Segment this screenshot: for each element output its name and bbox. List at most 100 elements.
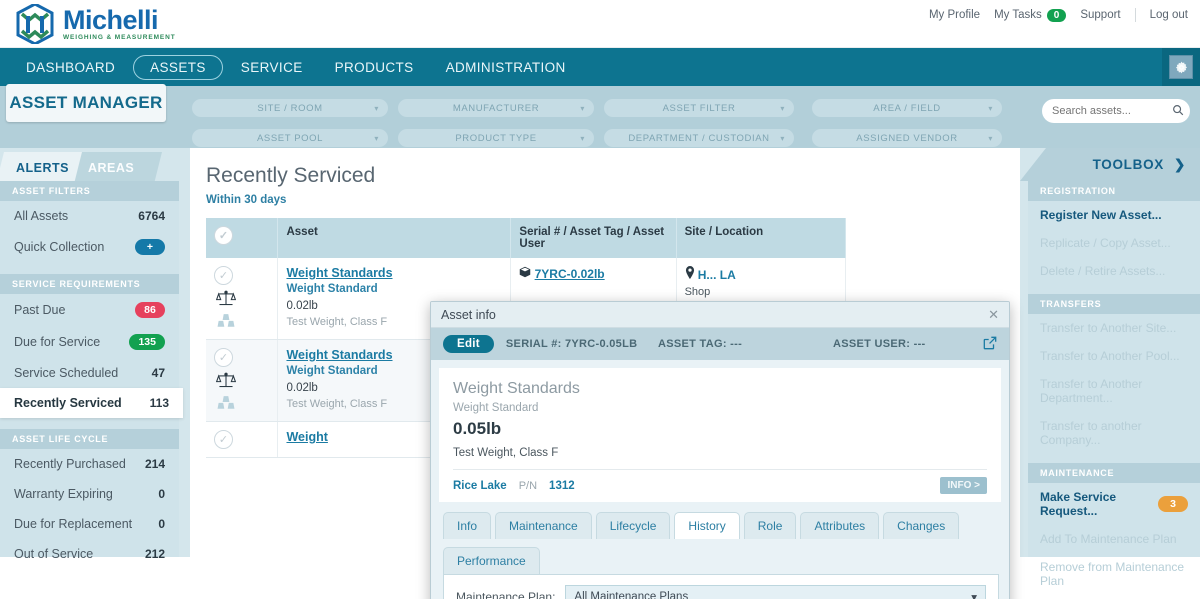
filter-assigned-vendor-label: ASSIGNED VENDOR	[856, 132, 958, 144]
info-button[interactable]: INFO >	[940, 477, 987, 494]
search-input[interactable]	[1052, 105, 1172, 117]
tab-maintenance[interactable]: Maintenance	[495, 512, 592, 539]
service-request-badge: 3	[1158, 496, 1188, 512]
add-to-collection-button[interactable]: +	[135, 239, 165, 255]
settings-button[interactable]	[1162, 48, 1200, 86]
nav-item-administration[interactable]: ADMINISTRATION	[432, 55, 580, 80]
tab-alerts[interactable]: ALERTS	[0, 152, 82, 184]
asset-name-link[interactable]: Weight Standards	[286, 266, 502, 282]
tab-attributes[interactable]: Attributes	[800, 512, 880, 539]
toolbox-item-label: Add To Maintenance Plan	[1040, 532, 1177, 546]
sidebar-item-due-for-replacement[interactable]: Due for Replacement 0	[0, 509, 179, 539]
tab-lifecycle[interactable]: Lifecycle	[595, 512, 671, 539]
modal-title: Asset info	[441, 307, 496, 322]
nav-divider	[1134, 8, 1136, 22]
sidebar-item-due-for-service[interactable]: Due for Service 135	[0, 326, 179, 358]
close-icon[interactable]: ✕	[988, 307, 999, 323]
filter-department-custodian[interactable]: DEPARTMENT / CUSTODIAN ▾	[604, 129, 794, 147]
left-tabs: AREAS ALERTS	[0, 148, 190, 184]
site-name[interactable]: H... LA	[698, 268, 736, 282]
column-site[interactable]: Site / Location	[676, 218, 847, 258]
row-select-cell[interactable]: ✓	[206, 339, 279, 422]
edit-button[interactable]: Edit	[443, 335, 494, 353]
filter-product-type[interactable]: PRODUCT TYPE ▾	[398, 129, 594, 147]
toolbox-item-transfer-another-department: Transfer to Another Department...	[1028, 370, 1200, 412]
check-circle-icon[interactable]: ✓	[214, 348, 233, 367]
check-circle-icon[interactable]: ✓	[214, 226, 233, 245]
filter-asset-pool[interactable]: ASSET POOL ▾	[192, 129, 388, 147]
toolbox-section-title: REGISTRATION	[1028, 181, 1200, 201]
asset-summary: Weight Standards Weight Standard 0.05lb …	[439, 368, 1001, 502]
sidebar-item-all-assets[interactable]: All Assets 6764	[0, 201, 179, 231]
balance-scale-icon	[215, 371, 237, 392]
external-link-icon[interactable]	[983, 336, 997, 353]
filter-manufacturer[interactable]: MANUFACTURER ▾	[398, 99, 594, 117]
asset-info-modal: Asset info ✕ Edit SERIAL #: 7YRC-0.05LB …	[430, 301, 1010, 599]
toolbox-item-label: Transfer to Another Department...	[1040, 377, 1143, 405]
sidebar-item-value: 6764	[138, 209, 165, 223]
nav-item-dashboard[interactable]: DASHBOARD	[12, 55, 129, 80]
sidebar: ASSET FILTERS All Assets 6764 Quick Coll…	[0, 181, 183, 561]
main-nav: DASHBOARD ASSETS SERVICE PRODUCTS ADMINI…	[0, 48, 1200, 86]
nav-item-service[interactable]: SERVICE	[227, 55, 317, 80]
sidebar-item-recently-serviced[interactable]: Recently Serviced 113	[0, 388, 183, 418]
check-circle-icon[interactable]: ✓	[214, 266, 233, 285]
filter-site-room[interactable]: SITE / ROOM ▾	[192, 99, 388, 117]
toolbox-header[interactable]: TOOLBOX ❯	[1020, 148, 1200, 181]
tab-areas[interactable]: AREAS	[68, 152, 162, 184]
sidebar-item-value: 212	[144, 547, 165, 561]
tab-performance[interactable]: Performance	[443, 547, 540, 574]
nav-item-products[interactable]: PRODUCTS	[321, 55, 428, 80]
serial-link[interactable]: 7YRC-0.02lb	[535, 267, 605, 281]
brand-logo[interactable]: Michelli WEIGHING & MEASUREMENT	[14, 2, 176, 46]
sidebar-item-service-scheduled[interactable]: Service Scheduled 47	[0, 358, 179, 388]
summary-name: Weight Standards	[453, 380, 580, 397]
toolbox-item-label: Delete / Retire Assets...	[1040, 264, 1166, 278]
support-link[interactable]: Support	[1080, 9, 1120, 21]
search-assets-box[interactable]	[1042, 99, 1190, 123]
my-profile-link[interactable]: My Profile	[929, 9, 980, 21]
column-serial[interactable]: Serial # / Asset Tag / Asset User	[510, 218, 677, 258]
maintenance-plan-select[interactable]: All Maintenance Plans ▾	[565, 585, 986, 599]
toolbox-item-remove-from-maintenance-plan: Remove from Maintenance Plan	[1028, 553, 1200, 595]
nav-item-assets[interactable]: ASSETS	[133, 54, 223, 80]
filter-area-field[interactable]: AREA / FIELD ▾	[812, 99, 1002, 117]
tab-role[interactable]: Role	[743, 512, 797, 539]
sidebar-item-quick-collection[interactable]: Quick Collection +	[0, 231, 179, 263]
sidebar-item-recently-purchased[interactable]: Recently Purchased 214	[0, 449, 179, 479]
toolbox-item-request-service-quote[interactable]: Request Service Quote...	[1028, 595, 1200, 599]
toolbox-item-label: Replicate / Copy Asset...	[1040, 236, 1171, 250]
filter-site-room-label: SITE / ROOM	[257, 102, 323, 114]
toolbox-item-make-service-request[interactable]: Make Service Request... 3	[1028, 483, 1200, 525]
tab-changes[interactable]: Changes	[883, 512, 960, 539]
list-subtitle: Within 30 days	[206, 194, 287, 206]
sidebar-item-out-of-service[interactable]: Out of Service 212	[0, 539, 179, 569]
part-number-value[interactable]: 1312	[549, 480, 575, 492]
logout-link[interactable]: Log out	[1150, 9, 1188, 21]
column-asset[interactable]: Asset	[277, 218, 512, 258]
tab-history[interactable]: History	[674, 512, 740, 539]
filter-product-type-label: PRODUCT TYPE	[455, 132, 537, 144]
sidebar-item-past-due[interactable]: Past Due 86	[0, 294, 179, 326]
toolbox-item-delete-retire-assets: Delete / Retire Assets...	[1028, 257, 1200, 285]
manufacturer-link[interactable]: Rice Lake	[453, 480, 507, 492]
filter-asset-filter[interactable]: ASSET FILTER ▾	[604, 99, 794, 117]
modal-titlebar: Asset info ✕	[431, 302, 1009, 328]
toolbox-item-label: Register New Asset...	[1040, 208, 1162, 222]
check-circle-icon[interactable]: ✓	[214, 430, 233, 449]
past-due-badge: 86	[135, 302, 165, 318]
toolbox-title: TOOLBOX	[1092, 157, 1164, 172]
select-all-cell[interactable]: ✓	[206, 218, 279, 258]
chevron-right-icon[interactable]: ❯	[1174, 157, 1186, 173]
sidebar-item-label: Service Scheduled	[14, 366, 119, 380]
row-select-cell[interactable]: ✓	[206, 421, 279, 458]
filter-assigned-vendor[interactable]: ASSIGNED VENDOR ▾	[812, 129, 1002, 147]
toolbox-item-register-new-asset[interactable]: Register New Asset...	[1028, 201, 1200, 229]
toolbox-item-label: Remove from Maintenance Plan	[1040, 560, 1185, 588]
my-tasks-link[interactable]: My Tasks 0	[994, 8, 1067, 22]
tab-info[interactable]: Info	[443, 512, 492, 539]
brand-name: Michelli	[63, 4, 159, 35]
map-pin-icon	[685, 266, 698, 282]
sidebar-item-warranty-expiring[interactable]: Warranty Expiring 0	[0, 479, 179, 509]
row-select-cell[interactable]: ✓	[206, 258, 279, 340]
